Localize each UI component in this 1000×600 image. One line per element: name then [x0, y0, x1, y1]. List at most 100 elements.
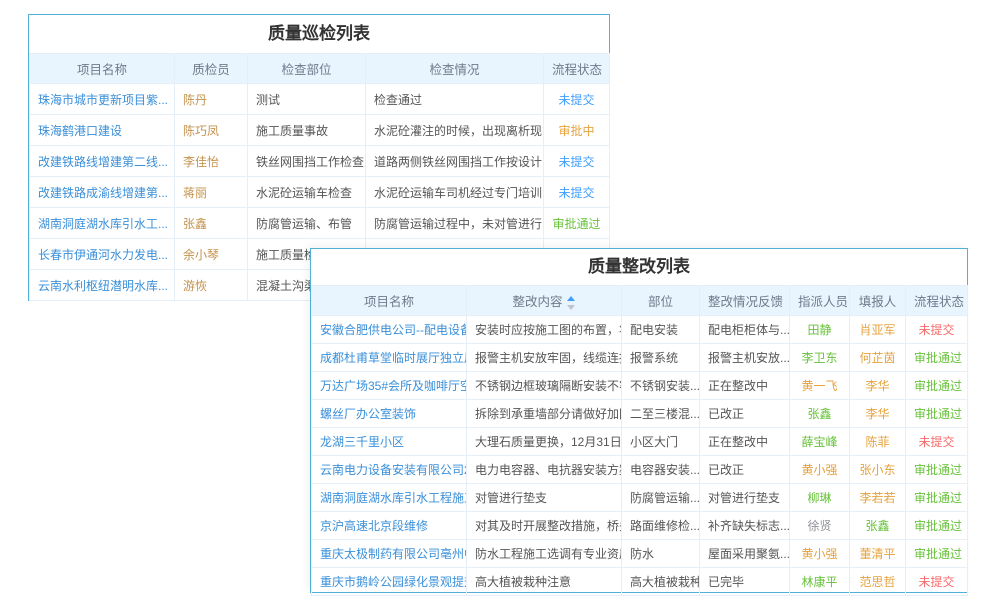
project-link[interactable]: 湖南洞庭湖水库引水工...	[30, 208, 175, 239]
project-link[interactable]: 重庆太极制药有限公司亳州中...	[312, 540, 467, 568]
rectify-feedback: 屋面采用聚氨...	[700, 540, 790, 568]
reporter-name: 陈菲	[850, 428, 906, 456]
inspector-name: 李佳怡	[175, 146, 248, 177]
status-badge: 未提交	[906, 568, 968, 596]
project-link[interactable]: 云南电力设备安装有限公司20...	[312, 456, 467, 484]
inspection-part: 铁丝网围挡工作检查	[248, 146, 366, 177]
inspector-name: 陈丹	[175, 84, 248, 115]
col-header-reporter: 填报人	[850, 286, 906, 316]
reporter-name: 董清平	[850, 540, 906, 568]
rectification-header-row: 项目名称 整改内容 部位 整改情况反馈 指派人员 填报人 流程状态	[312, 286, 968, 316]
rectify-feedback: 正在整改中	[700, 372, 790, 400]
table-row: 湖南洞庭湖水库引水工... 张鑫 防腐管运输、布管 防腐管运输过程中，未对管进行…	[30, 208, 610, 239]
rectify-part: 电容器安装...	[622, 456, 700, 484]
rectify-content: 报警主机安放牢固，线缆连接...	[467, 344, 622, 372]
rectify-feedback: 已改正	[700, 456, 790, 484]
project-link[interactable]: 珠海鹤港口建设	[30, 115, 175, 146]
rectify-content: 拆除到承重墙部分请做好加固...	[467, 400, 622, 428]
col-header-content: 整改内容	[467, 286, 622, 316]
rectify-part: 高大植被栽种	[622, 568, 700, 596]
project-link[interactable]: 京沪高速北京段维修	[312, 512, 467, 540]
inspector-name: 余小琴	[175, 239, 248, 270]
reporter-name: 范思哲	[850, 568, 906, 596]
rectify-part: 路面维修检...	[622, 512, 700, 540]
table-row: 云南电力设备安装有限公司20... 电力电容器、电抗器安装方案... 电容器安装…	[312, 456, 968, 484]
rectify-content: 高大植被栽种注意	[467, 568, 622, 596]
status-badge: 未提交	[544, 84, 610, 115]
col-header-status: 流程状态	[906, 286, 968, 316]
project-link[interactable]: 螺丝厂办公室装饰	[312, 400, 467, 428]
project-link[interactable]: 改建铁路线增建第二线...	[30, 146, 175, 177]
rectify-part: 报警系统	[622, 344, 700, 372]
col-header-situation: 检查情况	[366, 54, 544, 84]
inspector-name: 游恢	[175, 270, 248, 301]
col-header-project: 项目名称	[312, 286, 467, 316]
project-link[interactable]: 云南水利枢纽潜明水库...	[30, 270, 175, 301]
inspection-panel-title: 质量巡检列表	[29, 15, 609, 53]
status-badge: 审批通过	[906, 400, 968, 428]
status-badge: 审批通过	[906, 456, 968, 484]
col-header-project: 项目名称	[30, 54, 175, 84]
inspection-part: 施工质量事故	[248, 115, 366, 146]
inspection-result: 道路两侧铁丝网围挡工作按设计...	[366, 146, 544, 177]
table-row: 重庆市鹅岭公园绿化景观提升... 高大植被栽种注意 高大植被栽种 已完毕 林康平…	[312, 568, 968, 596]
status-badge: 审批通过	[906, 512, 968, 540]
rectify-content: 不锈钢边框玻璃隔断安装不牢...	[467, 372, 622, 400]
table-row: 京沪高速北京段维修 对其及时开展整改措施，桥头... 路面维修检... 补齐缺失…	[312, 512, 968, 540]
inspection-result: 水泥砼运输车司机经过专门培训...	[366, 177, 544, 208]
inspection-part: 测试	[248, 84, 366, 115]
rectify-feedback: 报警主机安放...	[700, 344, 790, 372]
inspector-name: 蒋丽	[175, 177, 248, 208]
table-row: 万达广场35#会所及咖啡厅空... 不锈钢边框玻璃隔断安装不牢... 不锈钢安装…	[312, 372, 968, 400]
rectify-content: 对其及时开展整改措施，桥头...	[467, 512, 622, 540]
table-row: 螺丝厂办公室装饰 拆除到承重墙部分请做好加固... 二至三楼混... 已改正 张…	[312, 400, 968, 428]
reporter-name: 张鑫	[850, 512, 906, 540]
inspector-name: 陈巧凤	[175, 115, 248, 146]
table-row: 珠海市城市更新项目紫... 陈丹 测试 检查通过 未提交	[30, 84, 610, 115]
reporter-name: 张小东	[850, 456, 906, 484]
assignee-name: 黄小强	[790, 456, 850, 484]
rectify-part: 不锈钢安装...	[622, 372, 700, 400]
project-link[interactable]: 长春市伊通河水力发电...	[30, 239, 175, 270]
col-header-status: 流程状态	[544, 54, 610, 84]
table-row: 重庆太极制药有限公司亳州中... 防水工程施工选调有专业资质... 防水 屋面采…	[312, 540, 968, 568]
project-link[interactable]: 安徽合肥供电公司--配电设备...	[312, 316, 467, 344]
rectify-feedback: 已完毕	[700, 568, 790, 596]
project-link[interactable]: 改建铁路成渝线增建第...	[30, 177, 175, 208]
assignee-name: 薛宝峰	[790, 428, 850, 456]
rectify-content: 安装时应按施工图的布置，将...	[467, 316, 622, 344]
project-link[interactable]: 珠海市城市更新项目紫...	[30, 84, 175, 115]
rectify-content: 电力电容器、电抗器安装方案...	[467, 456, 622, 484]
assignee-name: 林康平	[790, 568, 850, 596]
rectify-part: 小区大门	[622, 428, 700, 456]
inspection-result: 防腐管运输过程中，未对管进行...	[366, 208, 544, 239]
project-link[interactable]: 万达广场35#会所及咖啡厅空...	[312, 372, 467, 400]
rectify-part: 配电安装	[622, 316, 700, 344]
rectify-part: 防腐管运输...	[622, 484, 700, 512]
rectification-panel-title: 质量整改列表	[311, 249, 967, 285]
rectify-content: 对管进行垫支	[467, 484, 622, 512]
col-header-part: 部位	[622, 286, 700, 316]
project-link[interactable]: 重庆市鹅岭公园绿化景观提升...	[312, 568, 467, 596]
rectify-content: 防水工程施工选调有专业资质...	[467, 540, 622, 568]
inspection-result: 检查通过	[366, 84, 544, 115]
table-row: 龙湖三千里小区 大理石质量更换，12月31日之... 小区大门 正在整改中 薛宝…	[312, 428, 968, 456]
assignee-name: 田静	[790, 316, 850, 344]
inspector-name: 张鑫	[175, 208, 248, 239]
table-row: 改建铁路线增建第二线... 李佳怡 铁丝网围挡工作检查 道路两侧铁丝网围挡工作按…	[30, 146, 610, 177]
project-link[interactable]: 龙湖三千里小区	[312, 428, 467, 456]
rectification-table: 项目名称 整改内容 部位 整改情况反馈 指派人员 填报人 流程状态 安徽合肥供电…	[311, 285, 968, 596]
col-header-assignee: 指派人员	[790, 286, 850, 316]
table-row: 珠海鹤港口建设 陈巧凤 施工质量事故 水泥砼灌注的时候，出现离析现象 审批中	[30, 115, 610, 146]
inspection-header-row: 项目名称 质检员 检查部位 检查情况 流程状态	[30, 54, 610, 84]
caret-sort-icon[interactable]	[566, 296, 576, 310]
status-badge: 审批通过	[544, 208, 610, 239]
project-link[interactable]: 成都杜甫草堂临时展厅独立展...	[312, 344, 467, 372]
rectify-part: 防水	[622, 540, 700, 568]
status-badge: 未提交	[906, 316, 968, 344]
assignee-name: 黄小强	[790, 540, 850, 568]
quality-rectification-panel: 质量整改列表 项目名称 整改内容 部位 整改情况反馈 指派人员 填报人 流程状态…	[310, 248, 968, 593]
project-link[interactable]: 湖南洞庭湖水库引水工程施工1...	[312, 484, 467, 512]
status-badge: 审批通过	[906, 344, 968, 372]
assignee-name: 徐贤	[790, 512, 850, 540]
